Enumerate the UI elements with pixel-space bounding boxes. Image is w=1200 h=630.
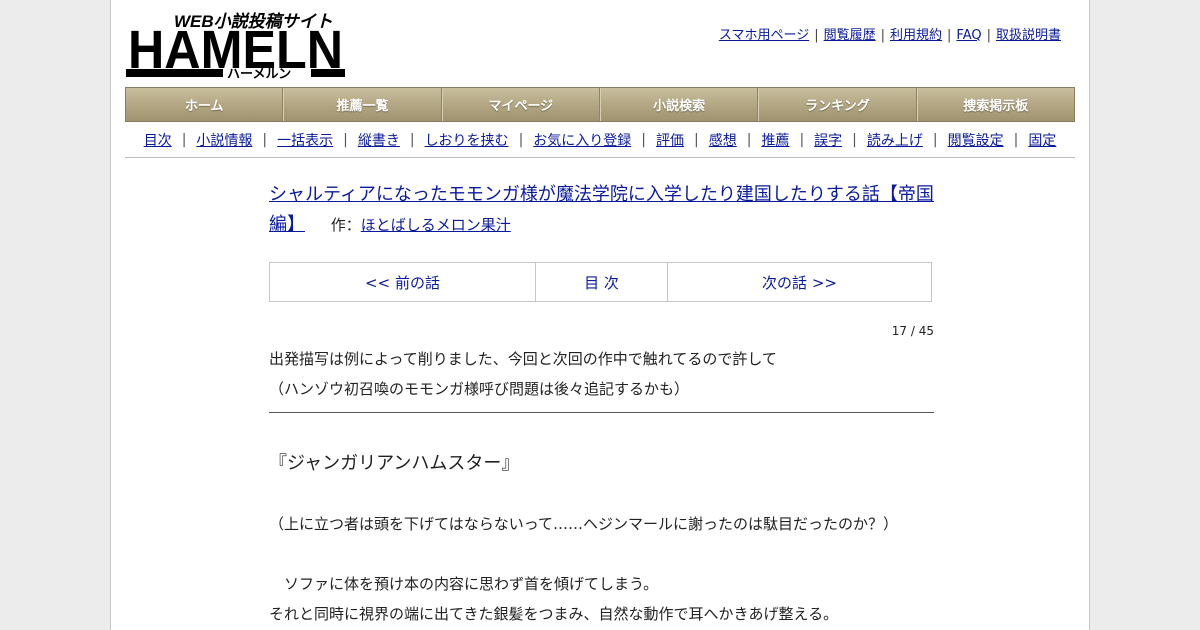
page-container: WEB小説投稿サイト HAMELN ハーメルン スマホ用ページ | 閲覧履歴 | 利用規… — [110, 0, 1090, 630]
body-line: ソファに体を預け本の内容に思わず首を傾げてしまう。 — [269, 575, 659, 593]
separator: | — [852, 131, 857, 148]
next-chapter-link[interactable]: 次の話 >> — [668, 263, 931, 301]
body-line: 『ジャンガリアンハムスター』 — [269, 453, 520, 474]
nav-ranking[interactable]: ランキング — [758, 88, 917, 121]
foreword-line: （ハンゾウ初召喚のモモンガ様呼び問題は後々追記するかも） — [269, 380, 690, 398]
separator: | — [518, 131, 524, 148]
logo-kana: ハーメルン — [227, 66, 291, 80]
separator: | — [409, 131, 415, 148]
subnav-pin[interactable]: 固定 — [1028, 130, 1056, 150]
header-links: スマホ用ページ | 閲覧履歴 | 利用規約 | FAQ | 取扱説明書 — [719, 24, 1061, 43]
link-reading-history[interactable]: 閲覧履歴 — [824, 28, 876, 43]
foreword-line: 出発描写は例によって削りました、今回と次回の作中で触れてるので許して — [269, 350, 777, 368]
link-terms[interactable]: 利用規約 — [890, 28, 942, 43]
chapter-body: 『ジャンガリアンハムスター』 （上に立つ者は頭を下げてはならないって……ヘジンマ… — [269, 449, 934, 629]
separator: | — [947, 28, 952, 43]
separator: | — [641, 131, 646, 148]
foreword-divider — [269, 412, 934, 413]
nav-recommendations[interactable]: 推薦一覧 — [283, 88, 442, 121]
hameln-logo[interactable]: WEB小説投稿サイト HAMELN ハーメルン — [126, 10, 346, 80]
subnav-comments[interactable]: 感想 — [709, 130, 737, 150]
body-line: （上に立つ者は頭を下げてはならないって……ヘジンマールに謝ったのは駄目だったのか… — [269, 515, 898, 533]
subnav-vertical[interactable]: 縦書き — [358, 130, 400, 150]
separator: | — [932, 131, 938, 148]
nav-search-board[interactable]: 捜索掲示板 — [916, 88, 1074, 121]
subnav-read-aloud[interactable]: 読み上げ — [867, 130, 923, 150]
author-label: 作： — [330, 216, 361, 234]
author-block: 作：ほとばしるメロン果汁 — [331, 216, 511, 234]
subnav-toc[interactable]: 目次 — [144, 130, 172, 150]
subnav-novel-info[interactable]: 小説情報 — [196, 130, 252, 150]
chapter-content: シャルティアになったモモンガ様が魔法学院に入学したり建国したりする話【帝国編】 … — [269, 180, 934, 629]
foreword: 出発描写は例によって削りました、今回と次回の作中で触れてるので許して （ハンゾウ… — [269, 344, 934, 404]
body-line: それと同時に視界の端に出てきた銀髪をつまみ、自然な動作で耳へかきあげ整える。 — [269, 605, 839, 623]
subnav-show-all[interactable]: 一括表示 — [277, 130, 333, 150]
link-smartphone-page[interactable]: スマホ用ページ — [719, 28, 809, 43]
separator: | — [814, 28, 819, 43]
separator: | — [343, 131, 348, 148]
author-link[interactable]: ほとばしるメロン果汁 — [361, 216, 511, 234]
separator: | — [1013, 131, 1019, 148]
subnav-typo[interactable]: 誤字 — [814, 130, 842, 150]
separator: | — [181, 131, 187, 148]
prev-chapter-link[interactable]: << 前の話 — [270, 263, 536, 301]
separator: | — [262, 131, 268, 148]
link-faq[interactable]: FAQ — [956, 28, 981, 43]
subnav-bookmark[interactable]: しおりを挟む — [425, 130, 509, 150]
separator: | — [746, 131, 752, 148]
nav-home[interactable]: ホーム — [126, 88, 284, 121]
subnav-view-settings[interactable]: 閲覧設定 — [948, 130, 1004, 150]
chapter-nav: << 前の話 目 次 次の話 >> — [269, 262, 932, 302]
subnav-rating[interactable]: 評価 — [656, 130, 684, 150]
novel-header: シャルティアになったモモンガ様が魔法学院に入学したり建国したりする話【帝国編】 … — [269, 180, 934, 240]
subnav-recommend[interactable]: 推薦 — [761, 130, 789, 150]
separator: | — [799, 131, 805, 148]
nav-novel-search[interactable]: 小説検索 — [599, 88, 759, 121]
separator: | — [694, 131, 699, 148]
separator: | — [880, 28, 885, 43]
chapter-counter: 17 / 45 — [891, 324, 934, 338]
link-manual[interactable]: 取扱説明書 — [996, 28, 1061, 43]
separator: | — [986, 28, 991, 43]
nav-mypage[interactable]: マイページ — [441, 88, 600, 121]
subnav-favorite[interactable]: お気に入り登録 — [533, 130, 631, 150]
sub-nav: 目次 | 小説情報 | 一括表示 | 縦書き | しおりを挟む | お気に入り登録 | 評価… — [125, 122, 1075, 158]
toc-link[interactable]: 目 次 — [536, 263, 668, 301]
main-nav: ホーム 推薦一覧 マイページ 小説検索 ランキング 捜索掲示板 — [125, 87, 1075, 122]
